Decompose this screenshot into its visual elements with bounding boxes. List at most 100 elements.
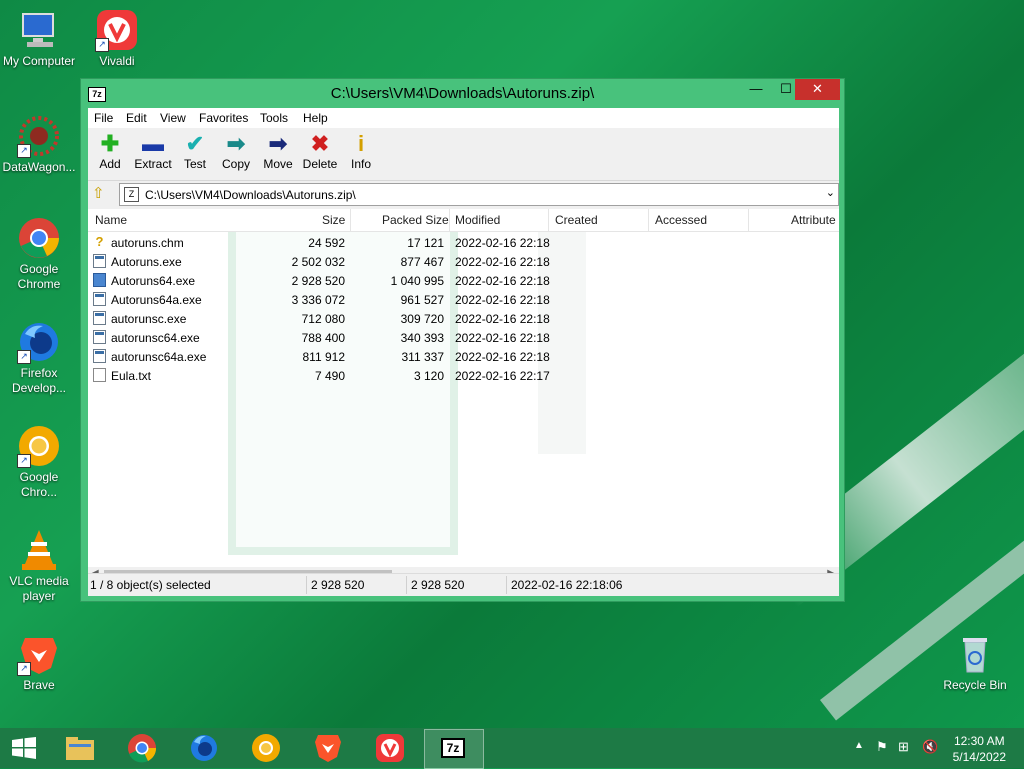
desktop-icon-firefox-developer[interactable]: ↗ Firefox Develop...: [0, 320, 78, 396]
datawagon-icon: ↗: [17, 114, 61, 158]
column-header-attribute[interactable]: Attribute: [791, 213, 836, 227]
recycle-bin-icon: [953, 632, 997, 676]
column-header-created[interactable]: Created: [555, 213, 598, 227]
desktop-icon-recycle-bin[interactable]: Recycle Bin: [936, 632, 1014, 693]
column-divider[interactable]: [350, 209, 351, 231]
file-row[interactable]: Eula.txt 7 490 3 120 2022-02-16 22:17: [88, 366, 839, 385]
executable-file-icon: [93, 254, 106, 268]
file-row[interactable]: Autoruns.exe 2 502 032 877 467 2022-02-16 2…: [88, 252, 839, 271]
7zip-icon[interactable]: 7z: [424, 729, 484, 769]
action-center-flag-icon[interactable]: ⚑: [876, 739, 888, 755]
column-header-size[interactable]: Size: [322, 213, 345, 227]
file-row[interactable]: Autoruns64a.exe 3 336 072 961 527 2022-02-1…: [88, 290, 839, 309]
address-input[interactable]: Z C:\Users\VM4\Downloads\Autoruns.zip\ ⌄: [119, 183, 839, 206]
address-path: C:\Users\VM4\Downloads\Autoruns.zip\: [145, 188, 356, 202]
file-row[interactable]: autorunsc64a.exe 811 912 311 337 2022-02-16…: [88, 347, 839, 366]
test-icon: ✔: [185, 131, 205, 156]
file-modified: 2022-02-16 22:18: [455, 312, 550, 326]
menu-tools[interactable]: Tools: [260, 111, 288, 125]
file-name: autorunsc64a.exe: [111, 350, 207, 364]
desktop-icon-my-computer[interactable]: My Computer: [0, 8, 78, 69]
desktop-icon-vivaldi[interactable]: ↗ Vivaldi: [78, 8, 156, 69]
window-title: C:\Users\VM4\Downloads\Autoruns.zip\: [330, 85, 595, 102]
file-manager-window[interactable]: 7z C:\Users\VM4\Downloads\Autoruns.zip\ …: [80, 78, 845, 602]
file-modified: 2022-02-16 22:18: [455, 331, 550, 345]
toolbar: ✚ Add ▬ Extract ✔ Test ➡ Copy ➡ Move ✖ Delete i Info: [88, 128, 839, 181]
network-icon[interactable]: ⊞: [898, 739, 909, 755]
file-row[interactable]: ? autoruns.chm 24 592 17 121 2022-02-16 22:1…: [88, 233, 839, 252]
windows-start-icon[interactable]: [4, 732, 44, 764]
file-row[interactable]: autorunsc.exe 712 080 309 720 2022-02-16 22…: [88, 309, 839, 328]
file-packed-size: 17 121: [407, 236, 444, 250]
menu-edit[interactable]: Edit: [126, 111, 147, 125]
file-size: 811 912: [302, 350, 346, 364]
file-size: 2 502 032: [291, 255, 345, 269]
file-list[interactable]: Name Size Packed Size Modified Created A…: [88, 209, 839, 583]
taskbar-clock[interactable]: 12:30 AM 5/14/2022: [953, 733, 1006, 765]
file-size: 712 080: [301, 312, 345, 326]
brave-icon[interactable]: [308, 732, 348, 764]
file-name: Autoruns64.exe: [111, 274, 196, 288]
toolbar-button-label: Add: [99, 157, 121, 171]
extract-button[interactable]: ▬ Extract: [131, 131, 175, 171]
file-row[interactable]: Autoruns64.exe 2 928 520 1 040 995 2022-02-…: [88, 271, 839, 290]
file-row[interactable]: autorunsc64.exe 788 400 340 393 2022-02-16 …: [88, 328, 839, 347]
add-button[interactable]: ✚ Add: [88, 131, 132, 171]
info-button[interactable]: i Info: [339, 131, 383, 171]
desktop-icon-label: Brave: [23, 678, 55, 692]
desktop-icon-google-chrome[interactable]: Google Chrome: [0, 216, 78, 292]
executable-file-icon: [93, 273, 106, 287]
file-name: Autoruns.exe: [111, 255, 182, 269]
shortcut-arrow-icon: ↗: [17, 662, 31, 676]
file-name: autorunsc64.exe: [111, 331, 200, 345]
desktop-icon-label: Google Chro...: [19, 470, 59, 499]
status-modified: 2022-02-16 22:18:06: [511, 578, 623, 592]
file-name: Eula.txt: [111, 369, 152, 383]
status-divider: [406, 576, 407, 594]
close-button[interactable]: ✕: [795, 79, 840, 100]
column-header-packed-size[interactable]: Packed Size: [382, 213, 449, 227]
desktop-icon-google-chrome-canary[interactable]: ↗ Google Chro...: [0, 424, 78, 500]
chevron-up-icon[interactable]: ▲: [854, 740, 864, 751]
vivaldi-icon[interactable]: [370, 732, 410, 764]
file-size: 3 336 072: [291, 293, 345, 307]
menu-view[interactable]: View: [160, 111, 186, 125]
file-explorer-icon[interactable]: [60, 732, 100, 764]
delete-button[interactable]: ✖ Delete: [298, 131, 342, 171]
menu-file[interactable]: File: [94, 111, 113, 125]
title-bar[interactable]: 7z C:\Users\VM4\Downloads\Autoruns.zip\ …: [81, 79, 844, 108]
desktop-icon-label: Vivaldi: [99, 54, 135, 68]
chrome-icon[interactable]: [122, 732, 162, 764]
test-button[interactable]: ✔ Test: [173, 131, 217, 171]
status-size: 2 928 520: [311, 578, 365, 592]
desktop-icon-vlc[interactable]: VLC media player: [0, 528, 78, 604]
column-header-name[interactable]: Name: [95, 213, 127, 227]
executable-file-icon: [93, 330, 106, 344]
desktop-icon-datawagon[interactable]: ↗ DataWagon...: [0, 114, 78, 175]
file-packed-size: 961 527: [400, 293, 444, 307]
column-header-modified[interactable]: Modified: [455, 213, 500, 227]
menu-help[interactable]: Help: [303, 111, 328, 125]
move-button[interactable]: ➡ Move: [256, 131, 300, 171]
window-client-area: File Edit View Favorites Tools Help ✚ Add…: [88, 108, 839, 596]
volume-muted-icon[interactable]: 🔇: [922, 739, 938, 755]
chrome-canary-icon[interactable]: [246, 732, 286, 764]
desktop-icon-brave[interactable]: ↗ Brave: [0, 632, 78, 693]
file-modified: 2022-02-16 22:18: [455, 236, 550, 250]
column-divider[interactable]: [449, 209, 450, 231]
status-divider: [506, 576, 507, 594]
copy-button[interactable]: ➡ Copy: [214, 131, 258, 171]
firefox-icon[interactable]: [184, 732, 224, 764]
column-header-accessed[interactable]: Accessed: [655, 213, 707, 227]
file-modified: 2022-02-16 22:18: [455, 274, 550, 288]
minimize-button[interactable]: —: [741, 79, 771, 100]
column-divider[interactable]: [548, 209, 549, 231]
file-size: 7 490: [314, 369, 345, 383]
chevron-down-icon[interactable]: ⌄: [826, 186, 835, 199]
file-packed-size: 311 337: [401, 350, 445, 364]
folder-up-icon[interactable]: ⇧: [92, 185, 110, 203]
menu-favorites[interactable]: Favorites: [199, 111, 248, 125]
column-divider[interactable]: [748, 209, 749, 231]
file-packed-size: 877 467: [400, 255, 444, 269]
column-divider[interactable]: [648, 209, 649, 231]
